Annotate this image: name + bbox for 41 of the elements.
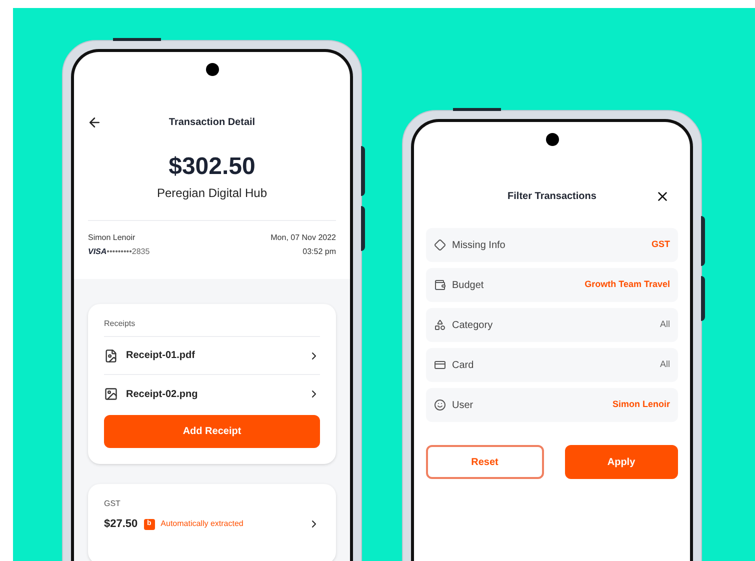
camera-icon [206, 63, 218, 76]
cardholder-name: Simon Lenoir [88, 232, 136, 244]
transaction-time: 03:52 pm [302, 246, 336, 258]
filter-label: Missing Info [452, 238, 506, 252]
filter-value: GST [651, 238, 670, 252]
filter-label: User [452, 398, 474, 412]
diamond-icon [434, 239, 446, 251]
receipt-name: Receipt-02.png [126, 388, 199, 402]
shapes-icon [434, 319, 446, 331]
receipt-row[interactable]: Receipt-01.pdf [104, 337, 320, 375]
filter-label: Budget [452, 278, 485, 292]
image-icon [104, 387, 118, 401]
filter-row[interactable]: Budget Growth Team Travel [426, 268, 678, 302]
document-icon [104, 348, 118, 362]
filter-value: Growth Team Travel [584, 278, 670, 292]
transaction-amount: $302.50 [168, 152, 256, 182]
wallet-icon [434, 279, 446, 291]
section-label: Receipts [104, 318, 320, 337]
extracted-note: Automatically extracted [160, 518, 244, 530]
filter-value: All [660, 318, 670, 332]
filter-label: Card [452, 358, 475, 372]
transaction-date: Mon, 07 Nov 2022 [270, 232, 336, 244]
screen-title: Transaction Detail [168, 116, 256, 130]
smiley-icon [434, 399, 446, 411]
screen-title: Filter Transactions [508, 190, 596, 204]
filter-row[interactable]: Category All [426, 308, 678, 342]
filter-row[interactable]: Missing Info GST [426, 228, 678, 262]
filter-row[interactable]: User Simon Lenoir [426, 388, 678, 422]
card-brand: VISA [88, 246, 107, 258]
filter-row[interactable]: Card All [426, 348, 678, 382]
filter-value: All [660, 358, 670, 372]
receipt-name: Receipt-01.pdf [126, 349, 196, 363]
card-number: •••••••••2835 [106, 246, 150, 258]
filter-value: Simon Lenoir [612, 398, 670, 412]
receipt-row[interactable]: Receipt-02.png [104, 375, 320, 413]
tax-amount: $27.50 [104, 517, 138, 532]
section-label: GST [104, 498, 122, 510]
filter-label: Category [452, 318, 494, 332]
camera-icon [546, 133, 558, 146]
credit-card-icon [434, 359, 446, 371]
merchant-name: Peregian Digital Hub [156, 185, 268, 202]
